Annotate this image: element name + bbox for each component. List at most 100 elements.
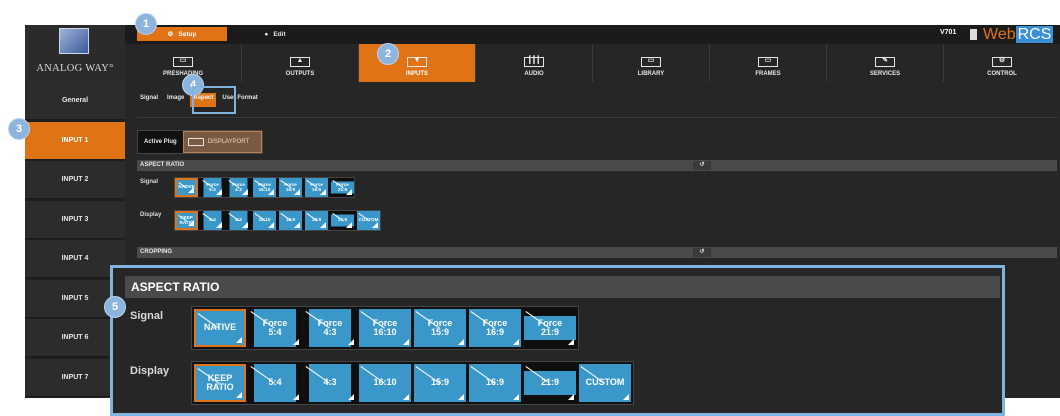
displayport-plug[interactable]: DISPLAYPORT: [182, 131, 262, 153]
document-icon: [970, 29, 977, 40]
signal-aspect-button-line1: NATIVE: [178, 184, 195, 190]
webrcs-logo: Web RCS: [970, 26, 1054, 44]
menu-preshading[interactable]: ▭ PRESHADING: [125, 44, 242, 82]
signal-aspect-button-zoom[interactable]: Force 21:9: [524, 309, 576, 347]
display-aspect-button-zoom[interactable]: 4:3: [304, 364, 356, 402]
signal-row-label-zoom: Signal: [130, 310, 164, 322]
signal-aspect-button-zoom[interactable]: Force 15:9: [414, 309, 466, 347]
display-aspect-button-zoom[interactable]: 21:9: [524, 364, 576, 402]
display-aspect-button-line1: 15:9: [285, 217, 296, 223]
menu-control-label: CONTROL: [987, 71, 1017, 77]
signal-aspect-button-line2: 16:10: [258, 186, 271, 192]
signal-aspect-button-zoom[interactable]: Force 16:10: [359, 309, 411, 347]
signal-aspect-button[interactable]: NATIVE: [175, 178, 198, 197]
signal-aspect-button[interactable]: Force 4:3: [227, 178, 250, 197]
display-aspect-button-zoom[interactable]: 5:4: [249, 364, 301, 402]
reset-icon[interactable]: ↺: [693, 248, 711, 257]
menu-library[interactable]: ▭ LIBRARY: [593, 44, 710, 82]
aspect-tab-highlight: [192, 86, 236, 114]
display-row-label: Display: [140, 212, 162, 218]
display-aspect-button-zoom[interactable]: 16:10: [359, 364, 411, 402]
display-aspect-button-line2: RATIO: [179, 219, 194, 225]
display-aspect-button-line1: 4:3: [235, 217, 242, 223]
sidebar-item-input-1[interactable]: INPUT 1: [25, 121, 125, 160]
display-aspect-button[interactable]: 21:9: [331, 211, 354, 230]
signal-aspect-button[interactable]: Force 16:10: [253, 178, 276, 197]
preshading-icon: ▭: [173, 57, 193, 67]
callout-2: 2: [377, 43, 399, 65]
inputs-icon: ▼: [407, 57, 427, 67]
subtab-signal[interactable]: Signal: [137, 93, 161, 107]
display-aspect-button[interactable]: KEEP RATIO: [175, 211, 198, 230]
signal-aspect-button-line1: Force: [206, 181, 219, 187]
signal-aspect-button-zoom[interactable]: NATIVE: [194, 309, 246, 347]
displayport-icon: [187, 138, 204, 146]
display-aspect-button-line1: 16:9: [485, 377, 504, 388]
signal-aspect-button-zoom[interactable]: Force 4:3: [304, 309, 356, 347]
display-aspect-button-zoom[interactable]: 16:9: [469, 364, 521, 402]
signal-aspect-button-line2: 5:4: [209, 186, 216, 192]
display-aspect-button[interactable]: 16:10: [253, 211, 276, 230]
audio-icon: ┃┃┃: [524, 57, 544, 67]
subtab-image[interactable]: Image: [164, 93, 187, 107]
display-aspect-button[interactable]: CUSTOM: [357, 211, 380, 230]
menu-audio[interactable]: ┃┃┃ AUDIO: [476, 44, 593, 82]
zoomed-aspect-ratio-title: ASPECT RATIO: [125, 276, 1000, 298]
webrcs-web: Web: [983, 26, 1016, 43]
library-icon: ▭: [641, 57, 661, 67]
signal-aspect-button-zoom[interactable]: Force 16:9: [469, 309, 521, 347]
aspect-ratio-section-title: ASPECT RATIO: [140, 162, 185, 168]
display-aspect-button-line1: 5:4: [209, 217, 216, 223]
display-aspect-button-line1: 16:10: [258, 217, 271, 223]
services-icon: ✎: [875, 57, 895, 67]
display-aspect-button[interactable]: 16:9: [305, 211, 328, 230]
sidebar-item-input-2[interactable]: INPUT 2: [25, 161, 125, 199]
signal-aspect-button-line2: 5:4: [268, 327, 282, 337]
signal-aspect-button-line2: 15:9: [430, 327, 449, 337]
display-row-label-zoom: Display: [130, 365, 170, 377]
sidebar-item-general[interactable]: General: [25, 82, 125, 120]
cropping-section-header: CROPPING ↺: [137, 247, 1057, 258]
menu-services-label: SERVICES: [869, 71, 901, 77]
signal-aspect-button-line2: 16:9: [311, 186, 322, 192]
display-aspect-button[interactable]: 4:3: [227, 211, 250, 230]
signal-row-label: Signal: [140, 179, 159, 185]
signal-aspect-button[interactable]: Force 15:9: [279, 178, 302, 197]
menu-control[interactable]: ⚙ CONTROL: [944, 44, 1060, 82]
displayport-label: DISPLAYPORT: [207, 139, 250, 145]
display-aspect-button-line2: RATIO: [206, 382, 234, 392]
display-aspect-button-line1: 4:3: [323, 377, 337, 388]
sidebar-item-input-3[interactable]: INPUT 3: [25, 200, 125, 239]
main-menu-bar: ▭ PRESHADING ▲ OUTPUTS ▼ INPUTS ┃┃┃ AUDIO ▭ LIBRA…: [125, 44, 1060, 82]
display-aspect-button[interactable]: 5:4: [201, 211, 224, 230]
signal-aspect-button-line1: Force: [232, 181, 245, 187]
display-button-group-zoom: KEEP RATIO 5:4 4:3 16:10 15:9 16:9 21:9 CUSTOM: [191, 361, 634, 405]
gear-icon: ⚙: [167, 31, 174, 38]
menu-library-label: LIBRARY: [637, 71, 665, 77]
display-aspect-button-zoom[interactable]: 15:9: [414, 364, 466, 402]
display-aspect-button-line1: 16:9: [311, 217, 322, 223]
tab-edit-label: Edit: [273, 30, 286, 38]
aspect-ratio-section-header: ASPECT RATIO ↺: [137, 160, 1057, 171]
menu-services[interactable]: ✎ SERVICES: [827, 44, 944, 82]
tab-edit[interactable]: ● Edit: [230, 27, 320, 41]
signal-button-group: NATIVE Force 5:4 Force 4:3 Force 16:10 Force 15:…: [174, 177, 355, 198]
frames-icon: ▭: [758, 57, 778, 67]
cropping-section-title: CROPPING: [140, 249, 173, 255]
menu-outputs[interactable]: ▲ OUTPUTS: [242, 44, 359, 82]
signal-aspect-button-zoom[interactable]: Force 5:4: [249, 309, 301, 347]
display-aspect-button-line1: CUSTOM: [358, 217, 379, 223]
signal-aspect-button[interactable]: Force 5:4: [201, 178, 224, 197]
display-aspect-button-zoom[interactable]: CUSTOM: [579, 364, 631, 402]
signal-aspect-button-line2: 4:3: [323, 327, 337, 337]
display-aspect-button[interactable]: 15:9: [279, 211, 302, 230]
signal-aspect-button-line1: NATIVE: [203, 322, 237, 333]
signal-aspect-button[interactable]: Force 21:9: [331, 178, 354, 197]
reset-icon[interactable]: ↺: [693, 161, 711, 170]
signal-aspect-button[interactable]: Force 16:9: [305, 178, 328, 197]
menu-frames[interactable]: ▭ FRAMES: [710, 44, 827, 82]
display-aspect-button-zoom[interactable]: KEEP RATIO: [194, 364, 246, 402]
display-button-group: KEEP RATIO 5:4 4:3 16:10 15:9 16:9 21:9 CUSTOM: [174, 210, 381, 231]
display-aspect-button-line1: 21:9: [337, 217, 348, 223]
active-plug-label: Active Plug: [144, 139, 177, 145]
